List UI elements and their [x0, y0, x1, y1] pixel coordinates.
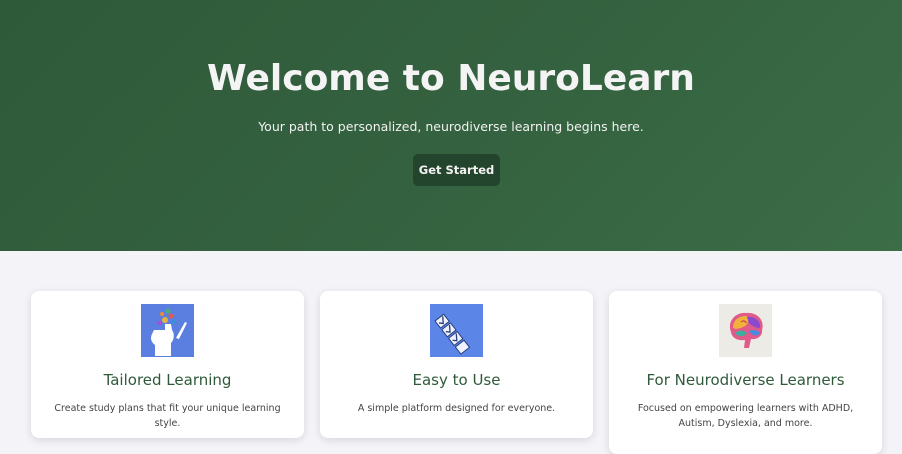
- feature-title: For Neurodiverse Learners: [646, 371, 845, 389]
- checklist-icon: [430, 304, 483, 357]
- hero-title: Welcome to NeuroLearn: [207, 58, 695, 99]
- colorful-brain-icon: [719, 304, 772, 357]
- feature-description: Focused on empowering learners with ADHD…: [637, 403, 854, 429]
- feature-description: A simple platform designed for everyone.: [357, 403, 556, 414]
- hero-section: Welcome to NeuroLearn Your path to perso…: [0, 0, 902, 251]
- feature-title: Tailored Learning: [103, 371, 232, 389]
- get-started-button[interactable]: Get Started: [413, 154, 500, 186]
- features-section: Tailored Learning Create study plans tha…: [31, 291, 882, 454]
- feature-title: Easy to Use: [412, 371, 501, 389]
- feature-card-easy-to-use: Easy to Use A simple platform designed f…: [320, 291, 593, 438]
- feature-card-neurodiverse-learners: For Neurodiverse Learners Focused on emp…: [609, 291, 882, 454]
- feature-card-tailored-learning: Tailored Learning Create study plans tha…: [31, 291, 304, 438]
- head-ideas-icon: [141, 304, 194, 357]
- feature-description: Create study plans that fit your unique …: [54, 403, 281, 429]
- hero-subtitle: Your path to personalized, neurodiverse …: [258, 119, 644, 134]
